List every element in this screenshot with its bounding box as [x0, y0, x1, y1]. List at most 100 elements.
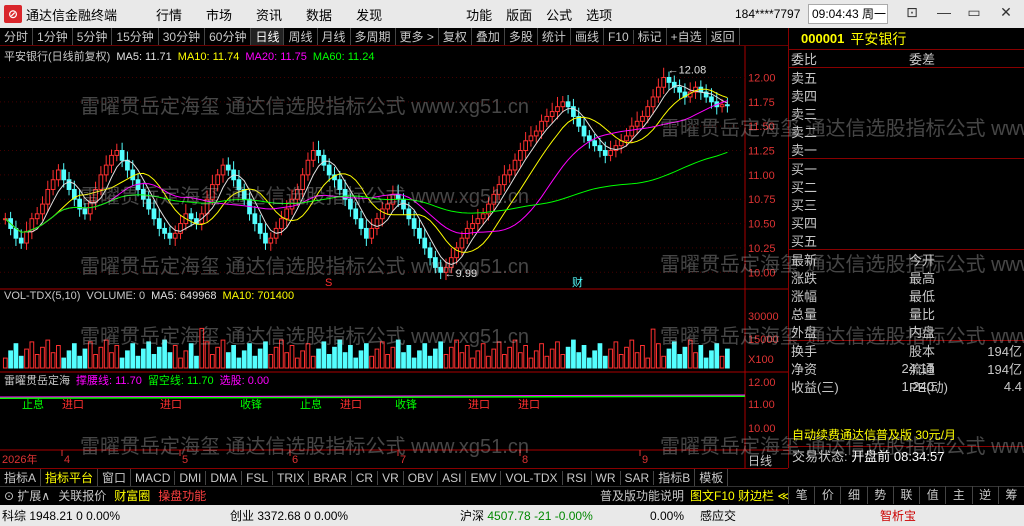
candle-body: [719, 104, 725, 108]
quote-row: 净资 24.13 流通 194亿: [789, 359, 1024, 377]
index-quote[interactable]: 沪深 4507.78 -21 -0.00%: [460, 507, 593, 524]
quote-btn-8[interactable]: 筹: [997, 486, 1024, 504]
quote-btn-0[interactable]: 笔: [788, 486, 814, 504]
volume-bar: [82, 348, 88, 369]
menu2-item-0[interactable]: 功能: [466, 5, 492, 24]
menu-item-4[interactable]: 发现: [356, 5, 382, 24]
menu-item-2[interactable]: 资讯: [256, 5, 282, 24]
expand-button[interactable]: ⊙ 扩展∧: [4, 487, 50, 504]
indicator-tab-19[interactable]: 模板: [695, 469, 729, 486]
toolbar-btn-12[interactable]: 叠加: [472, 28, 505, 45]
menu-item-3[interactable]: 数据: [306, 5, 332, 24]
indicator-tab-6[interactable]: FSL: [242, 470, 274, 485]
toolbar-btn-18[interactable]: +自选: [667, 28, 707, 45]
extra-pct: 0.00%: [650, 508, 685, 523]
volume-bar: [130, 343, 136, 369]
ext-tab-2[interactable]: 操盘功能: [158, 487, 206, 504]
f10-link[interactable]: 图文F10 财边栏 ≪: [690, 487, 790, 504]
minimize-icon[interactable]: —: [932, 4, 956, 24]
indicator-tab-10[interactable]: VR: [378, 470, 404, 485]
toolbar-btn-8[interactable]: 月线: [318, 28, 351, 45]
toolbar-btn-14[interactable]: 统计: [538, 28, 571, 45]
indicator-tab-0[interactable]: 指标A: [0, 469, 42, 486]
indicator-tab-17[interactable]: SAR: [621, 470, 655, 485]
user-account[interactable]: 184****7797: [735, 7, 800, 21]
toolbar-btn-6[interactable]: 日线: [251, 28, 285, 45]
volume-bar: [135, 355, 141, 369]
toolbar-btn-5[interactable]: 60分钟: [205, 28, 252, 45]
indicator-tab-9[interactable]: CR: [352, 470, 379, 485]
quote-label: 卖三: [791, 106, 818, 122]
maximize-icon[interactable]: ▭: [962, 4, 986, 24]
legend-title: 平安银行(日线前复权): [4, 51, 111, 63]
quote-label2: 最低: [909, 288, 936, 304]
sense-trade[interactable]: 感应交: [700, 507, 736, 524]
toolbar-btn-13[interactable]: 多股: [505, 28, 538, 45]
quote-btn-6[interactable]: 主: [945, 486, 971, 504]
main-legend: 平安银行(日线前复权) MA5: 11.71 MA10: 11.74 MA20: 11…: [4, 48, 380, 64]
menu-item-1[interactable]: 市场: [206, 5, 232, 24]
indicator-tab-2[interactable]: 窗口: [98, 469, 132, 486]
toolbar-btn-7[interactable]: 周线: [284, 28, 318, 45]
quote-btn-5[interactable]: 值: [919, 486, 945, 504]
menu2-item-2[interactable]: 公式: [546, 5, 572, 24]
toolbar-btn-0[interactable]: 分时: [0, 28, 34, 45]
toolbar-btn-10[interactable]: 更多 >: [396, 28, 439, 45]
indicator-tab-8[interactable]: BRAR: [309, 470, 352, 485]
promo-banner[interactable]: 自动续费通达信普及版 30元/月: [789, 426, 1024, 444]
volume-bar: [93, 354, 98, 369]
candle-body: [629, 125, 635, 137]
indicator-tab-5[interactable]: DMA: [206, 470, 243, 485]
quote-label2: 量比: [909, 306, 936, 322]
toolbar-btn-2[interactable]: 5分钟: [73, 28, 113, 45]
indicator-tab-11[interactable]: OBV: [404, 470, 439, 485]
menu-item-0[interactable]: 行情: [156, 5, 182, 24]
volume-bar: [114, 345, 120, 369]
menu2-item-3[interactable]: 选项: [586, 5, 612, 24]
quote-btn-4[interactable]: 联: [892, 486, 919, 504]
date-tick: 9: [642, 454, 648, 466]
quote-btn-2[interactable]: 细: [840, 486, 866, 504]
quote-btn-1[interactable]: 价: [814, 486, 840, 504]
chart-area[interactable]: 12.00 11.75 11.50 11.25 11.00 10.75 10.50 10.25…: [0, 46, 788, 468]
indicator-tab-14[interactable]: VOL-TDX: [501, 470, 563, 485]
toolbar-btn-9[interactable]: 多周期: [351, 28, 396, 45]
indicator-tab-12[interactable]: ASI: [438, 470, 467, 485]
toolbar-btn-15[interactable]: 画线: [571, 28, 604, 45]
toolbar-btn-3[interactable]: 15分钟: [112, 28, 159, 45]
quote-row: 委比 委差: [789, 50, 1024, 68]
ext-tab-0[interactable]: 关联报价: [58, 487, 106, 504]
candle-body: [109, 154, 114, 166]
quote-panel-buttons: 笔价细势联值主逆筹: [788, 486, 1024, 504]
period-tab-daily[interactable]: 日线: [748, 452, 790, 470]
indicator-tab-13[interactable]: EMV: [466, 470, 502, 485]
volume-bar: [401, 352, 406, 369]
toolbar-btn-11[interactable]: 复权: [439, 28, 472, 45]
help-link[interactable]: 普及版功能说明: [600, 487, 684, 504]
menu2-item-1[interactable]: 版面: [506, 5, 532, 24]
indicator-tab-1[interactable]: 指标平台: [41, 469, 99, 486]
index-quote[interactable]: 科综 1948.21 0 0.00%: [2, 507, 120, 524]
restore-icon[interactable]: ⊡: [900, 4, 924, 24]
indicator-tab-4[interactable]: DMI: [175, 470, 207, 485]
toolbar-btn-4[interactable]: 30分钟: [159, 28, 206, 45]
indicator-tab-16[interactable]: WR: [592, 470, 621, 485]
quote-btn-3[interactable]: 势: [866, 486, 893, 504]
close-icon[interactable]: ✕: [994, 4, 1018, 24]
volume-bar: [661, 355, 667, 369]
zhike-link[interactable]: 智析宝: [880, 507, 916, 524]
quote-btn-7[interactable]: 逆: [971, 486, 998, 504]
toolbar-btn-1[interactable]: 1分钟: [33, 28, 73, 45]
toolbar-btn-16[interactable]: F10: [604, 29, 634, 44]
index-name: 沪深: [460, 509, 488, 523]
candle-body: [188, 213, 194, 220]
indicator-tab-18[interactable]: 指标B: [654, 469, 696, 486]
ext-tab-1[interactable]: 财富圈: [114, 487, 150, 504]
indicator-tab-3[interactable]: MACD: [131, 470, 176, 485]
indicator-tab-7[interactable]: TRIX: [273, 470, 310, 485]
toolbar-btn-17[interactable]: 标记: [634, 28, 667, 45]
index-quote[interactable]: 创业 3372.68 0 0.00%: [230, 507, 348, 524]
indicator-tab-15[interactable]: RSI: [563, 470, 592, 485]
toolbar-btn-19[interactable]: 返回: [707, 28, 740, 45]
quote-row: 卖三: [789, 104, 1024, 122]
